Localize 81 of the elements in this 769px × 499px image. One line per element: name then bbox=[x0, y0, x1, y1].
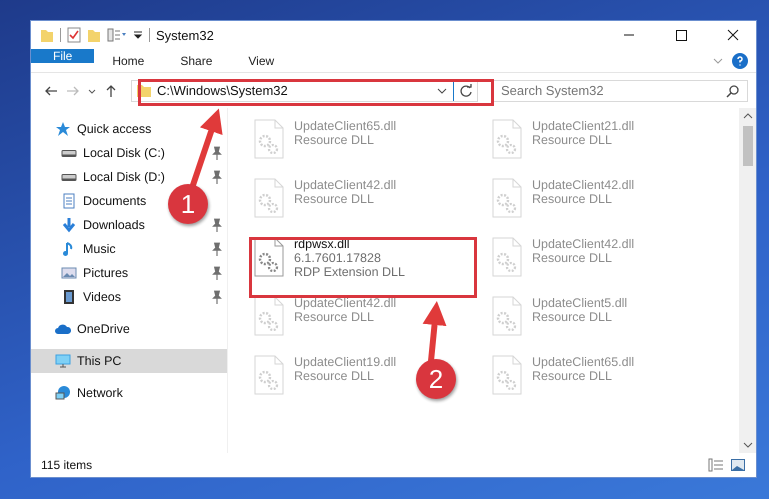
search-field[interactable]: Search System32 bbox=[492, 80, 748, 102]
nav-item[interactable]: Quick access bbox=[31, 117, 227, 141]
file-name: UpdateClient5.dll bbox=[532, 296, 628, 310]
monitor-icon bbox=[55, 353, 71, 369]
file-detail: Resource DLL bbox=[532, 133, 613, 147]
nav-item[interactable]: Pictures bbox=[31, 261, 165, 285]
file-detail: Resource DLL bbox=[532, 192, 613, 206]
scrollbar[interactable] bbox=[739, 108, 756, 453]
properties-icon[interactable] bbox=[67, 27, 81, 43]
nav-item[interactable]: Downloads bbox=[31, 213, 165, 237]
drive-icon bbox=[61, 174, 77, 180]
scrollbar-thumb[interactable] bbox=[742, 126, 752, 166]
nav-item[interactable]: Music bbox=[31, 237, 165, 261]
file-detail: Resource DLL bbox=[532, 369, 613, 383]
file-name: UpdateClient42.dll bbox=[532, 237, 634, 251]
down-arrow-icon bbox=[61, 217, 77, 233]
customize-caret-icon[interactable] bbox=[133, 31, 143, 39]
file-detail: Resource DLL bbox=[532, 251, 613, 265]
view-list-icon[interactable] bbox=[107, 27, 127, 43]
help-icon[interactable] bbox=[732, 52, 748, 68]
pin-icon[interactable] bbox=[211, 146, 223, 160]
file-detail: Resource DLL bbox=[294, 133, 375, 147]
file-detail: Resource DLL bbox=[294, 310, 375, 324]
file-gears-icon bbox=[492, 178, 522, 218]
nav-item[interactable]: OneDrive bbox=[31, 317, 227, 341]
large-icons-view-icon[interactable] bbox=[730, 458, 746, 472]
file-name: UpdateClient65.dll bbox=[532, 355, 634, 369]
nav-item[interactable]: Local Disk (D:) bbox=[31, 165, 165, 189]
document-icon bbox=[61, 193, 77, 209]
step-badge: 1 bbox=[168, 184, 208, 224]
pin-icon[interactable] bbox=[211, 242, 223, 256]
file-gears-icon bbox=[254, 355, 284, 395]
address-bar[interactable]: C:\Windows\System32 bbox=[131, 80, 478, 102]
nav-item[interactable]: Videos bbox=[31, 285, 165, 309]
file-name: UpdateClient42.dll bbox=[294, 296, 396, 310]
address-path: C:\Windows\System32 bbox=[157, 83, 288, 98]
refresh-icon[interactable] bbox=[459, 84, 473, 98]
step-badge: 2 bbox=[416, 359, 456, 399]
item-count: 115 items bbox=[41, 458, 92, 472]
globe-monitor-icon bbox=[55, 385, 71, 401]
file-gears-icon bbox=[492, 237, 522, 277]
file-name: rdpwsx.dll bbox=[294, 237, 351, 251]
file-gears-icon bbox=[492, 119, 522, 159]
ribbon-tab[interactable]: Home bbox=[94, 49, 162, 72]
file-detail: Resource DLL bbox=[532, 310, 613, 324]
star-icon bbox=[55, 121, 71, 137]
film-icon bbox=[61, 289, 77, 305]
file-detail: RDP Extension DLL bbox=[294, 265, 405, 279]
file-detail: 6.1.7601.17828 bbox=[294, 251, 382, 265]
scroll-up-icon[interactable] bbox=[742, 112, 752, 120]
file-gears-icon bbox=[254, 237, 284, 277]
file-gears-icon bbox=[254, 296, 284, 336]
file-detail: Resource DLL bbox=[294, 192, 375, 206]
pin-icon[interactable] bbox=[211, 170, 223, 184]
scroll-down-icon[interactable] bbox=[742, 441, 752, 449]
file-name: UpdateClient19.dll bbox=[294, 355, 396, 369]
picture-icon bbox=[61, 265, 77, 281]
window-title: System32 bbox=[156, 28, 214, 42]
pin-icon[interactable] bbox=[211, 266, 223, 280]
file-detail: Resource DLL bbox=[294, 369, 375, 383]
nav-item[interactable]: Documents bbox=[31, 189, 165, 213]
file-name: UpdateClient42.dll bbox=[294, 178, 396, 192]
file-item[interactable]: rdpwsx.dll 6.1.7601.17828 RDP Extension DLL bbox=[248, 234, 411, 282]
nav-item[interactable]: This PC bbox=[31, 349, 227, 373]
file-name: UpdateClient65.dll bbox=[294, 119, 396, 133]
details-view-icon[interactable] bbox=[708, 458, 724, 472]
arrow bbox=[422, 301, 446, 362]
file-name: UpdateClient21.dll bbox=[532, 119, 634, 133]
ribbon-tab[interactable]: Share bbox=[162, 49, 230, 72]
pin-icon[interactable] bbox=[211, 290, 223, 304]
search-icon[interactable] bbox=[726, 84, 740, 98]
drive-icon bbox=[61, 150, 77, 156]
file-gears-icon bbox=[492, 296, 522, 336]
nav-item[interactable]: Local Disk (C:) bbox=[31, 141, 165, 165]
file-name: UpdateClient42.dll bbox=[532, 178, 634, 192]
pin-icon[interactable] bbox=[211, 218, 223, 232]
file-gears-icon bbox=[254, 178, 284, 218]
nav-item[interactable]: Network bbox=[31, 381, 227, 405]
ribbon-tab[interactable]: View bbox=[230, 49, 292, 72]
file-gears-icon bbox=[492, 355, 522, 395]
file-gears-icon bbox=[254, 119, 284, 159]
